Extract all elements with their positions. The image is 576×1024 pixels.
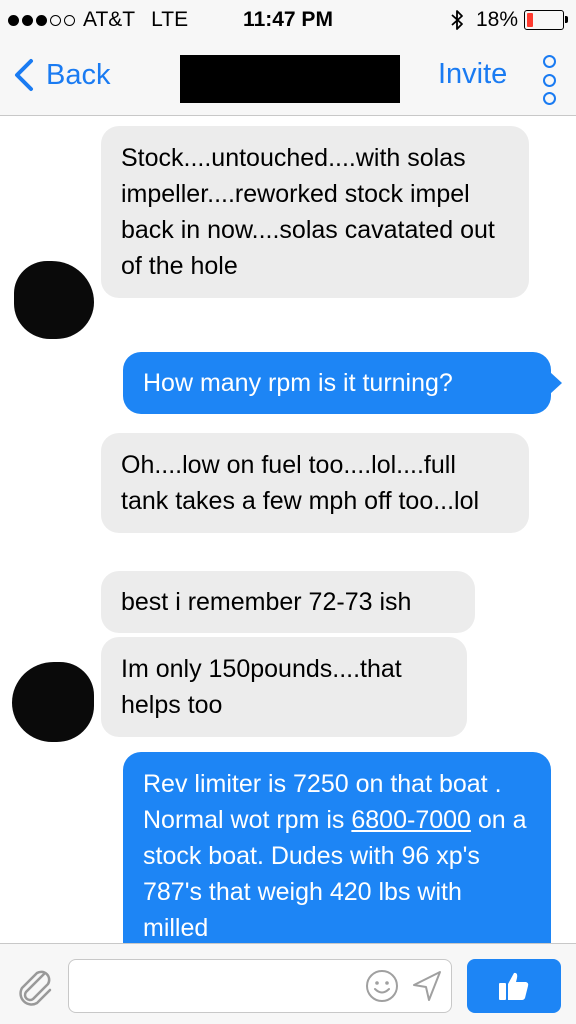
message-bubble-outgoing[interactable]: Rev limiter is 7250 on that boat . Norma… [123, 752, 551, 943]
thumbs-up-icon [499, 972, 529, 1000]
back-button[interactable]: Back [12, 58, 110, 92]
battery-level [527, 13, 533, 27]
like-button[interactable] [467, 959, 561, 1013]
emoji-icon[interactable] [364, 968, 400, 1004]
message-bubble-incoming[interactable]: Stock....untouched....with solas impelle… [101, 126, 529, 298]
more-options-icon[interactable] [539, 55, 559, 105]
status-right: 18% [450, 8, 568, 32]
battery-percent: 18% [475, 8, 518, 31]
message-composer [0, 943, 576, 1024]
battery-icon [524, 10, 568, 30]
message-bubble-incoming[interactable]: Oh....low on fuel too....lol....full tan… [101, 433, 529, 533]
invite-button[interactable]: Invite [438, 58, 507, 91]
message-bubble-incoming[interactable]: best i remember 72-73 ish [101, 571, 475, 633]
status-bar: AT&T LTE 11:47 PM 18% [0, 0, 576, 40]
navigation-bar: Back Invite [0, 40, 576, 116]
redacted-contact-name [180, 55, 400, 103]
send-arrow-icon[interactable] [410, 968, 444, 1004]
contact-avatar [12, 662, 94, 742]
back-label: Back [46, 58, 111, 91]
phone-number-link[interactable]: 6800-7000 [351, 806, 471, 834]
message-thread[interactable]: Stock....untouched....with solas impelle… [0, 117, 576, 943]
paperclip-icon[interactable] [14, 964, 54, 1008]
message-bubble-incoming[interactable]: Im only 150pounds....that helps too [101, 637, 467, 737]
bluetooth-icon [451, 10, 463, 30]
message-bubble-outgoing[interactable]: How many rpm is it turning? [123, 352, 562, 414]
back-chevron-icon [15, 59, 33, 91]
contact-avatar [14, 261, 94, 339]
